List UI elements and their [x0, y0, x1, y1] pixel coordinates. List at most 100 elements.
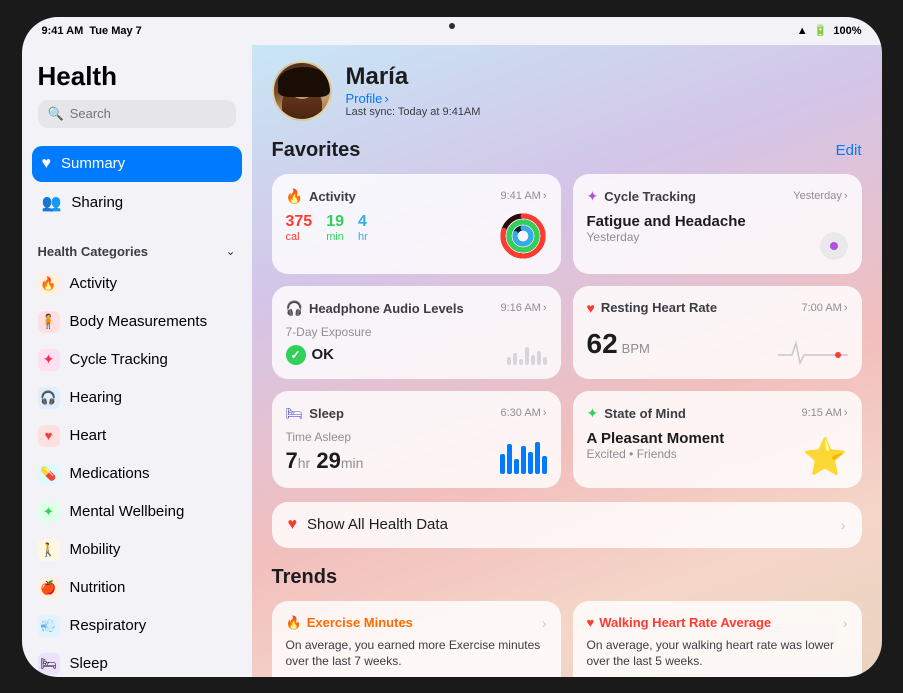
profile-info: María Profile › Last sync: Today at 9:41… — [346, 63, 481, 118]
headphone-icon: 🎧 — [286, 300, 303, 317]
exercise-trend-title-row: 🔥 Exercise Minutes › — [286, 615, 547, 631]
exercise-trend-icon: 🔥 — [286, 615, 302, 631]
sleep-card-title: Sleep — [309, 406, 344, 421]
activity-card-title: Activity — [309, 189, 356, 204]
sidebar-item-respiratory[interactable]: 💨 Respiratory — [22, 607, 252, 645]
heart-bpm-value: 62 — [587, 328, 618, 360]
sidebar-item-mental-wellbeing[interactable]: ✦ Mental Wellbeing — [22, 493, 252, 531]
activity-label: Activity — [70, 275, 118, 292]
categories-section-header: Health Categories ⌄ — [22, 232, 252, 265]
resting-heart-rate-card[interactable]: ♥ Resting Heart Rate 7:00 AM › 62 BPM — [573, 286, 862, 379]
walking-heart-desc: On average, your walking heart rate was … — [587, 637, 848, 671]
move-value: 375 — [286, 213, 313, 231]
move-unit: cal — [286, 231, 313, 243]
battery-icon: 🔋 — [814, 24, 828, 37]
ok-icon: ✓ — [286, 345, 306, 365]
search-icon: 🔍 — [48, 106, 64, 122]
profile-link[interactable]: Profile › — [346, 91, 481, 106]
sleep-card[interactable]: 🛏 Sleep 6:30 AM › Time Asleep 7hr 29min — [272, 391, 561, 488]
walking-heart-trend-card[interactable]: ♥ Walking Heart Rate Average › On averag… — [573, 601, 862, 677]
sidebar-item-summary[interactable]: ♥ Summary — [32, 146, 242, 182]
sidebar-item-activity[interactable]: 🔥 Activity — [22, 265, 252, 303]
ok-text: OK — [312, 346, 335, 363]
stand-value: 4 — [358, 213, 368, 231]
show-all-chevron-icon: › — [841, 517, 846, 533]
stand-metric: 4 hr — [358, 213, 368, 243]
sidebar-item-nutrition[interactable]: 🍎 Nutrition — [22, 569, 252, 607]
activity-card-time: 9:41 AM › — [500, 190, 546, 202]
walking-heart-icon: ♥ — [587, 615, 595, 630]
exercise-unit: min — [326, 231, 344, 243]
sidebar-item-body-measurements[interactable]: 🧍 Body Measurements — [22, 303, 252, 341]
sidebar-item-summary-label: Summary — [61, 155, 125, 172]
sidebar-item-heart[interactable]: ♥ Heart — [22, 417, 252, 455]
sidebar-item-hearing[interactable]: 🎧 Hearing — [22, 379, 252, 417]
sleep-card-header: 🛏 Sleep 6:30 AM › — [286, 405, 547, 422]
activity-card-header: 🔥 Activity 9:41 AM › — [286, 188, 547, 205]
body-measurements-icon: 🧍 — [40, 313, 57, 330]
heart-label: Heart — [70, 427, 107, 444]
hearing-label: Hearing — [70, 389, 123, 406]
sidebar: Health 🔍 🎙 ♥ Summary 👥 Sharing Hea — [22, 45, 252, 677]
profile-section: María Profile › Last sync: Today at 9:41… — [272, 61, 862, 121]
cycle-tracking-card[interactable]: ✦ Cycle Tracking Yesterday › Fatigue and… — [573, 174, 862, 274]
mind-card-title: State of Mind — [604, 406, 686, 421]
heart-icon: ♥ — [42, 155, 52, 173]
walking-heart-chevron: › — [843, 615, 848, 631]
heart-card-header: ♥ Resting Heart Rate 7:00 AM › — [587, 300, 848, 316]
sidebar-item-cycle-tracking[interactable]: ✦ Cycle Tracking — [22, 341, 252, 379]
status-bar: 9:41 AM Tue May 7 ▲ 🔋 100% — [22, 17, 882, 45]
sleep-card-icon: 🛏 — [286, 405, 304, 422]
bpm-unit: BPM — [622, 341, 650, 356]
mental-wellbeing-label: Mental Wellbeing — [70, 503, 185, 520]
activity-card[interactable]: 🔥 Activity 9:41 AM › 375 cal — [272, 174, 561, 274]
sidebar-item-sharing[interactable]: 👥 Sharing — [32, 184, 242, 222]
ipad-frame: 9:41 AM Tue May 7 ▲ 🔋 100% Health 🔍 🎙 — [22, 17, 882, 677]
heart-category-icon: ♥ — [45, 428, 53, 443]
search-bar[interactable]: 🔍 🎙 — [38, 100, 236, 128]
cycle-card-header: ✦ Cycle Tracking Yesterday › — [587, 188, 848, 205]
sidebar-item-mobility[interactable]: 🚶 Mobility — [22, 531, 252, 569]
nutrition-label: Nutrition — [70, 579, 126, 596]
headphone-bar-chart — [507, 333, 547, 365]
headphone-card-title: Headphone Audio Levels — [309, 301, 464, 316]
exercise-trend-title: 🔥 Exercise Minutes — [286, 615, 413, 631]
show-all-text: Show All Health Data — [307, 516, 831, 533]
mind-card-time: 9:15 AM › — [801, 407, 847, 419]
favorites-grid: 🔥 Activity 9:41 AM › 375 cal — [272, 174, 862, 488]
show-all-heart-icon: ♥ — [288, 516, 298, 534]
exercise-value: 19 — [326, 213, 344, 231]
activity-icon: 🔥 — [40, 276, 56, 292]
mind-card-icon: ✦ — [587, 405, 599, 422]
trends-heading-row: Trends — [272, 566, 862, 589]
hearing-icon: 🎧 — [40, 390, 56, 406]
activity-card-icon: 🔥 — [286, 188, 303, 205]
mobility-label: Mobility — [70, 541, 121, 558]
headphone-card-time: 9:16 AM › — [500, 302, 546, 314]
cycle-tracking-icon: ✦ — [43, 351, 55, 368]
sidebar-item-medications[interactable]: 💊 Medications — [22, 455, 252, 493]
status-time: 9:41 AM Tue May 7 — [42, 25, 142, 37]
respiratory-icon: 💨 — [40, 618, 56, 634]
wifi-icon: ▲ — [797, 25, 808, 37]
exercise-trend-card[interactable]: 🔥 Exercise Minutes › On average, you ear… — [272, 601, 561, 677]
body-measurements-label: Body Measurements — [70, 313, 208, 330]
edit-button[interactable]: Edit — [836, 142, 862, 159]
sidebar-item-sleep[interactable]: 🛏 Sleep — [22, 645, 252, 677]
app-container: Health 🔍 🎙 ♥ Summary 👥 Sharing Hea — [22, 45, 882, 677]
favorites-heading: Favorites — [272, 139, 361, 162]
sleep-icon: 🛏 — [40, 656, 57, 672]
show-all-row[interactable]: ♥ Show All Health Data › — [272, 502, 862, 548]
cycle-tracking-label: Cycle Tracking — [70, 351, 168, 368]
headphone-card[interactable]: 🎧 Headphone Audio Levels 9:16 AM › 7-Day… — [272, 286, 561, 379]
exercise-trend-chevron: › — [542, 615, 547, 631]
mental-wellbeing-icon: ✦ — [43, 504, 54, 520]
battery-level: 100% — [833, 25, 861, 37]
trends-grid: 🔥 Exercise Minutes › On average, you ear… — [272, 601, 862, 677]
chevron-down-icon[interactable]: ⌄ — [225, 244, 235, 258]
mind-card-header: ✦ State of Mind 9:15 AM › — [587, 405, 848, 422]
sidebar-header: Health 🔍 🎙 — [22, 61, 252, 138]
state-of-mind-card[interactable]: ✦ State of Mind 9:15 AM › A Pleasant Mom… — [573, 391, 862, 488]
heart-rate-chart — [778, 335, 848, 365]
search-input[interactable] — [70, 106, 246, 121]
